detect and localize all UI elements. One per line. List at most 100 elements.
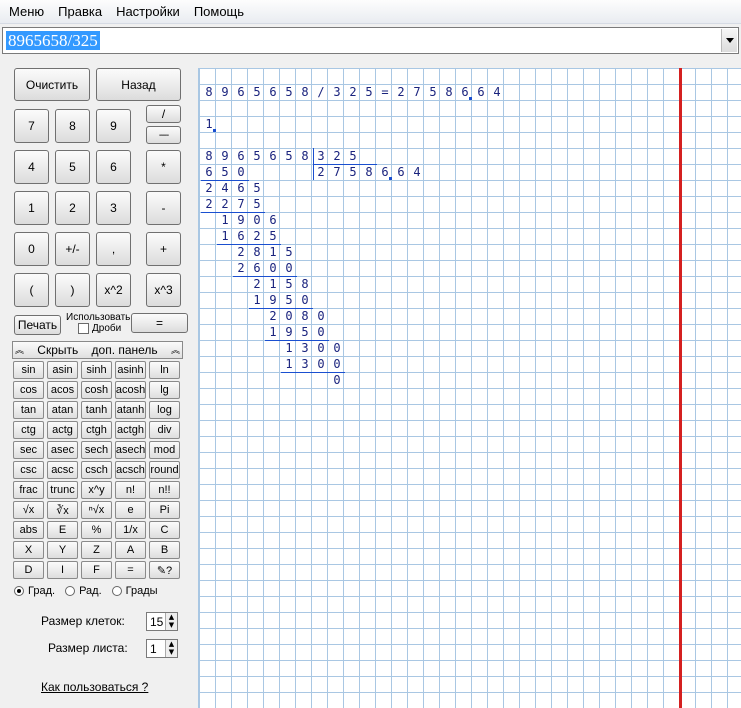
function-button[interactable]: % [81,521,112,539]
sheet-digit: 6 [237,181,245,195]
function-button[interactable]: actgh [115,421,146,439]
left-paren-button[interactable]: ( [14,273,49,307]
fraction-divide-button[interactable]: ---- [146,126,181,144]
function-button[interactable]: acos [47,381,78,399]
function-button[interactable]: asec [47,441,78,459]
function-button[interactable]: ctgh [81,421,112,439]
function-button[interactable]: acsch [115,461,146,479]
spin-arrows-icon[interactable]: ▲ ▼ [165,613,177,630]
function-button[interactable]: D [13,561,44,579]
digit-8-button[interactable]: 8 [55,109,90,143]
function-button[interactable]: tanh [81,401,112,419]
function-button[interactable]: atanh [115,401,146,419]
right-paren-button[interactable]: ) [55,273,90,307]
chevron-down-icon[interactable] [721,29,737,52]
function-button[interactable]: sin [13,361,44,379]
function-button[interactable]: frac [13,481,44,499]
radio-degrees[interactable]: Град. [14,585,55,597]
function-button[interactable]: Y [47,541,78,559]
function-button[interactable]: A [115,541,146,559]
sheet-digit: 3 [301,357,309,371]
divide-button[interactable]: / [146,105,181,123]
clear-button[interactable]: Очистить [14,68,90,101]
function-button[interactable]: lg [149,381,180,399]
digit-5-button[interactable]: 5 [55,150,90,184]
digit-9-button[interactable]: 9 [96,109,131,143]
cell-size-spinner[interactable]: 15 ▲ ▼ [146,612,178,631]
print-button[interactable]: Печать [14,315,61,335]
function-button[interactable]: X [13,541,44,559]
menu-item-edit[interactable]: Правка [51,0,109,24]
radio-grads[interactable]: Грады [111,585,158,597]
how-to-use-link[interactable]: Как пользоваться ? [41,680,148,694]
digit-0-button[interactable]: 0 [14,232,49,266]
function-button[interactable]: B [149,541,180,559]
function-button[interactable]: acosh [115,381,146,399]
function-button[interactable]: actg [47,421,78,439]
function-button[interactable]: mod [149,441,180,459]
equals-button[interactable]: = [131,313,188,333]
function-button[interactable]: ✎? [149,561,180,579]
function-button[interactable]: n!! [149,481,180,499]
sheet-size-spinner[interactable]: 1 ▲ ▼ [146,639,178,658]
function-button[interactable]: F [81,561,112,579]
function-button[interactable]: Pi [149,501,180,519]
function-button[interactable]: cos [13,381,44,399]
menu-item-help[interactable]: Помощь [187,0,251,24]
digit-7-button[interactable]: 7 [14,109,49,143]
function-button[interactable]: 1/x [115,521,146,539]
function-button[interactable]: sinh [81,361,112,379]
function-button[interactable]: round [149,461,180,479]
function-button[interactable]: I [47,561,78,579]
function-button[interactable]: asech [115,441,146,459]
plus-button[interactable]: + [146,232,181,266]
function-button[interactable]: trunc [47,481,78,499]
menu-item-menu[interactable]: Меню [2,0,51,24]
function-button[interactable]: asin [47,361,78,379]
expression-input[interactable]: 8965658/325 [6,31,100,50]
function-button[interactable]: E [47,521,78,539]
toggle-extra-panel-bar[interactable]: ︽ Скрыть доп. панель ︽ [12,341,183,359]
minus-button[interactable]: - [146,191,181,225]
use-fractions-option[interactable]: Использовать Дроби [66,312,132,334]
spin-arrows-icon[interactable]: ▲ ▼ [165,640,177,657]
function-button[interactable]: cosh [81,381,112,399]
function-button[interactable]: ∛x [47,501,78,519]
use-fractions-checkbox[interactable] [78,323,89,334]
expression-combobox[interactable]: 8965658/325 [2,27,739,54]
digit-2-button[interactable]: 2 [55,191,90,225]
function-button[interactable]: div [149,421,180,439]
menu-item-settings[interactable]: Настройки [109,0,187,24]
function-button[interactable]: ⁿ√x [81,501,112,519]
function-button[interactable]: x^y [81,481,112,499]
function-button[interactable]: log [149,401,180,419]
radio-radians[interactable]: Рад. [65,585,102,597]
digit-1-button[interactable]: 1 [14,191,49,225]
function-button[interactable]: e [115,501,146,519]
function-button[interactable]: n! [115,481,146,499]
function-button[interactable]: atan [47,401,78,419]
function-button[interactable]: ctg [13,421,44,439]
function-button[interactable]: acsc [47,461,78,479]
function-button[interactable]: ln [149,361,180,379]
function-button[interactable]: C [149,521,180,539]
sign-button[interactable]: +/- [55,232,90,266]
digit-4-button[interactable]: 4 [14,150,49,184]
function-button[interactable]: abs [13,521,44,539]
function-button[interactable]: Z [81,541,112,559]
function-button[interactable]: sec [13,441,44,459]
back-button[interactable]: Назад [96,68,181,101]
comma-button[interactable]: , [96,232,131,266]
function-button[interactable]: csc [13,461,44,479]
multiply-button[interactable]: * [146,150,181,184]
digit-6-button[interactable]: 6 [96,150,131,184]
function-button[interactable]: tan [13,401,44,419]
cube-button[interactable]: x^3 [146,273,181,307]
digit-3-button[interactable]: 3 [96,191,131,225]
square-button[interactable]: x^2 [96,273,131,307]
function-button[interactable]: sech [81,441,112,459]
function-button[interactable]: √x [13,501,44,519]
function-button[interactable]: = [115,561,146,579]
function-button[interactable]: asinh [115,361,146,379]
function-button[interactable]: csch [81,461,112,479]
